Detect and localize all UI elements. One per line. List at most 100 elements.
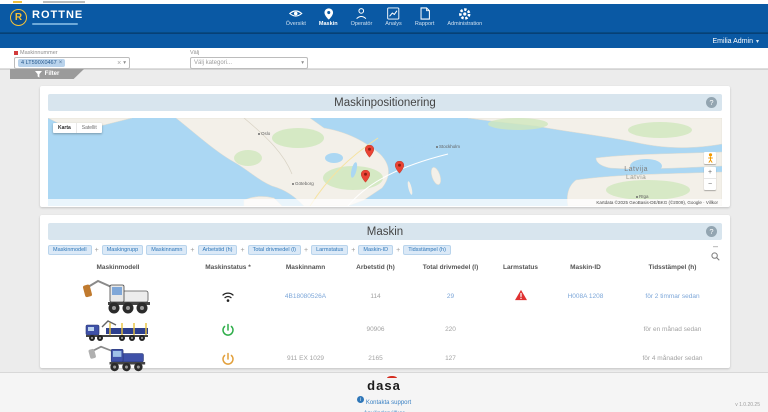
column-header[interactable]: Total drivmedel (l) bbox=[408, 261, 493, 276]
table-header-row: Maskinmodell Maskinstatus * Maskinnamn A… bbox=[48, 261, 722, 276]
column-header[interactable]: Maskinmodell bbox=[48, 261, 188, 276]
page-footer: dasa iKontakta support Användarvillkor v… bbox=[0, 372, 768, 412]
column-chip[interactable]: Total drivmedel (l) bbox=[248, 245, 301, 255]
category-filter-select[interactable]: Välj kategori... ▾ bbox=[190, 57, 308, 69]
machine-name-link[interactable]: 4B18080526A bbox=[268, 293, 343, 300]
column-header[interactable]: Maskin-ID bbox=[548, 261, 623, 276]
table-row[interactable]: 4B18080526A 114 29 H008A 1208 för 2 timm… bbox=[48, 276, 722, 316]
filter-tab[interactable]: Filter bbox=[10, 69, 84, 79]
support-icon: i bbox=[357, 396, 364, 403]
machine-filter-select[interactable]: 4 LT590X0467 × × ▾ bbox=[14, 57, 130, 69]
nav-oversikt[interactable]: Översikt bbox=[286, 7, 306, 27]
city-label-goteborg: Göteborg bbox=[292, 181, 314, 186]
dasa-logo-swoosh bbox=[387, 376, 397, 380]
map-marker[interactable] bbox=[361, 170, 370, 183]
map-marker[interactable] bbox=[395, 161, 404, 174]
clear-icon[interactable]: × bbox=[117, 60, 121, 67]
user-bar: Emilia Admin ▾ bbox=[0, 33, 768, 48]
machine-table: Maskinmodell Maskinstatus * Maskinnamn A… bbox=[48, 261, 722, 374]
nav-maskin[interactable]: Maskin bbox=[319, 7, 338, 27]
column-header[interactable]: Arbetstid (h) bbox=[343, 261, 408, 276]
help-icon[interactable]: ? bbox=[706, 97, 717, 108]
nav-label: Rapport bbox=[415, 21, 435, 27]
table-row[interactable]: 911 EX 1029 2165 127 för 4 månader sedan bbox=[48, 343, 722, 374]
timestamp-value: för 4 månader sedan bbox=[623, 355, 722, 362]
map-attribution: Kartdata ©2025 GeoBasis-DE/BKG (©2009), … bbox=[48, 199, 722, 206]
pegman-control[interactable] bbox=[704, 152, 716, 164]
country-label-latvia: Latvija Latvia bbox=[624, 166, 648, 182]
column-chip[interactable]: Arbetstid (h) bbox=[198, 245, 238, 255]
harvester-image bbox=[48, 277, 188, 315]
map-type-karta[interactable]: Karta bbox=[53, 123, 77, 133]
brand-name: ROTTNE bbox=[32, 10, 83, 21]
nav-label: Administration bbox=[447, 21, 482, 27]
filter-row: Maskinnummer 4 LT590X0467 × × ▾ Välj Väl… bbox=[0, 48, 768, 69]
machine-position-map[interactable]: Karta Satellit Oslo Stockholm Göteborg R… bbox=[48, 118, 722, 206]
timestamp-value: för en månad sedan bbox=[623, 326, 722, 333]
table-tools: – bbox=[711, 243, 720, 261]
machine-id-link[interactable]: H008A 1208 bbox=[548, 293, 623, 300]
machine-filter-label: Maskinnummer bbox=[14, 50, 130, 56]
nav-label: Operatör bbox=[351, 21, 373, 27]
column-chip[interactable]: Maskingrupp bbox=[102, 245, 144, 255]
plus-separator: + bbox=[396, 247, 400, 254]
column-header[interactable]: Larmstatus bbox=[493, 261, 548, 276]
category-filter-field: Välj Välj kategori... ▾ bbox=[190, 50, 308, 69]
nav-label: Maskin bbox=[319, 21, 338, 27]
map-card-header: Maskinpositionering ? bbox=[48, 94, 722, 111]
funnel-icon bbox=[35, 71, 42, 78]
user-menu[interactable]: Emilia Admin bbox=[713, 38, 753, 45]
main-nav: Översikt Maskin Operatör Analys bbox=[286, 7, 483, 27]
machine-card-title: Maskin bbox=[367, 226, 403, 238]
help-icon[interactable]: ? bbox=[706, 226, 717, 237]
map-base bbox=[48, 118, 722, 206]
version-label: v 1.0.20.25 bbox=[735, 402, 760, 408]
column-chip[interactable]: Maskinmodell bbox=[48, 245, 92, 255]
app-header: R ROTTNE Översikt Maskin bbox=[0, 4, 768, 33]
selected-machine-chip[interactable]: 4 LT590X0467 × bbox=[18, 59, 65, 67]
column-chip[interactable]: Tidsstämpel (h) bbox=[403, 245, 451, 255]
chevron-down-icon[interactable]: ▾ bbox=[301, 60, 304, 66]
plus-separator: + bbox=[304, 247, 308, 254]
zoom-out-button[interactable]: − bbox=[704, 179, 716, 190]
timestamp-value: för 2 timmar sedan bbox=[623, 293, 722, 300]
chip-remove-icon[interactable]: × bbox=[59, 60, 63, 66]
nav-operator[interactable]: Operatör bbox=[351, 7, 373, 27]
column-header[interactable]: Maskinstatus * bbox=[188, 261, 268, 276]
harvester-image bbox=[48, 345, 188, 373]
nav-rapport[interactable]: Rapport bbox=[415, 7, 435, 27]
rottne-shield-icon: R bbox=[10, 9, 27, 26]
nav-administration[interactable]: Administration bbox=[447, 7, 482, 27]
work-hours-value: 90906 bbox=[343, 326, 408, 333]
column-header[interactable]: Maskinnamn bbox=[268, 261, 343, 276]
table-row[interactable]: 90906 220 för en månad sedan bbox=[48, 316, 722, 343]
map-pin-icon bbox=[322, 7, 334, 20]
support-link[interactable]: Kontakta support bbox=[366, 400, 411, 406]
chevron-down-icon[interactable]: ▾ bbox=[123, 60, 126, 66]
plus-separator: + bbox=[95, 247, 99, 254]
forwarder-image bbox=[48, 319, 188, 341]
plus-separator: + bbox=[240, 247, 244, 254]
work-hours-value: 2165 bbox=[343, 355, 408, 362]
collapse-button[interactable]: – bbox=[713, 243, 718, 249]
map-marker[interactable] bbox=[365, 145, 374, 158]
category-placeholder: Välj kategori... bbox=[194, 60, 232, 66]
person-icon bbox=[355, 7, 368, 20]
column-chip[interactable]: Maskin-ID bbox=[358, 245, 393, 255]
zoom-in-button[interactable]: + bbox=[704, 167, 716, 179]
document-icon bbox=[419, 7, 431, 20]
required-marker bbox=[14, 51, 18, 55]
rottne-logo[interactable]: R ROTTNE bbox=[10, 9, 83, 26]
column-header[interactable]: Tidsstämpel (h) bbox=[623, 261, 722, 276]
nav-analys[interactable]: Analys bbox=[385, 7, 402, 27]
fuel-total-value: 29 bbox=[408, 293, 493, 300]
machine-card-header: Maskin ? bbox=[48, 223, 722, 240]
nav-label: Analys bbox=[385, 21, 402, 27]
search-icon[interactable] bbox=[711, 252, 720, 261]
alarm-warning-icon[interactable] bbox=[493, 289, 548, 303]
map-type-satellit[interactable]: Satellit bbox=[77, 123, 102, 133]
chevron-down-icon[interactable]: ▾ bbox=[756, 38, 759, 45]
power-icon bbox=[188, 352, 268, 366]
column-chip[interactable]: Maskinnamn bbox=[146, 245, 187, 255]
column-chip[interactable]: Larmstatus bbox=[311, 245, 348, 255]
